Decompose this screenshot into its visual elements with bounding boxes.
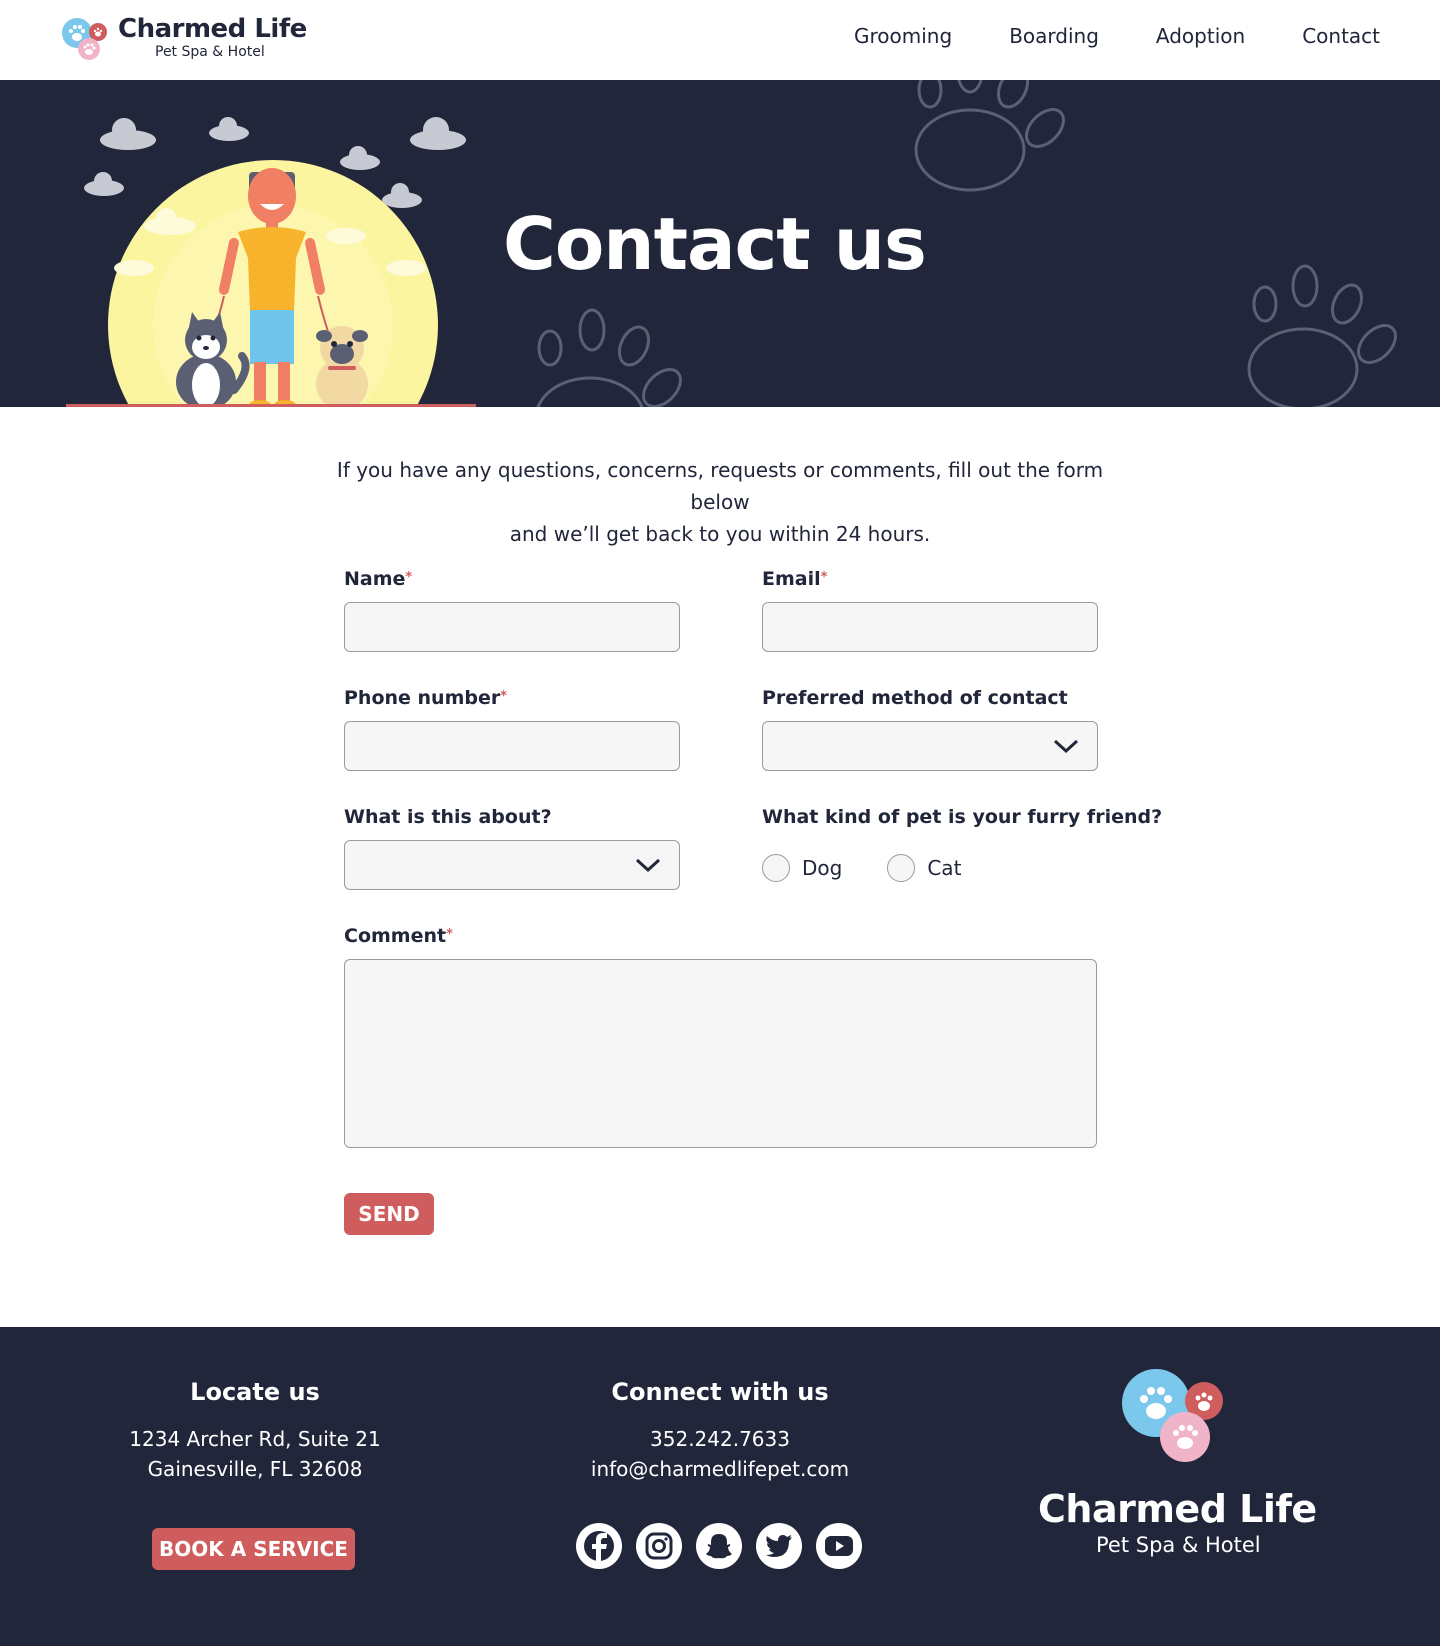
youtube-icon[interactable]: [816, 1523, 862, 1569]
boy-with-pets-illustration: [66, 117, 476, 407]
phone-label-text: Phone number: [344, 687, 501, 709]
footer-logo-wordmark: Charmed Life: [1038, 1487, 1317, 1531]
preferred-contact-label: Preferred method of contact: [762, 687, 1068, 709]
footer-connect: Connect with us 352.242.7633 info@charme…: [570, 1378, 870, 1484]
pet-type-radio-group: Dog Cat: [762, 854, 961, 882]
comment-textarea[interactable]: [344, 959, 1097, 1148]
required-marker: *: [446, 927, 453, 942]
instagram-icon[interactable]: [636, 1523, 682, 1569]
footer-connect-heading: Connect with us: [611, 1378, 829, 1406]
chevron-down-icon: [1053, 739, 1079, 754]
send-button[interactable]: SEND: [344, 1193, 434, 1235]
comment-label: Comment*: [344, 925, 453, 947]
twitter-icon[interactable]: [756, 1523, 802, 1569]
snapchat-icon[interactable]: [696, 1523, 742, 1569]
social-links: [576, 1523, 862, 1569]
pet-option-cat[interactable]: Cat: [887, 854, 961, 882]
pet-option-dog[interactable]: Dog: [762, 854, 842, 882]
phone-field[interactable]: [344, 721, 680, 771]
footer-locate-heading: Locate us: [190, 1378, 320, 1406]
hero-banner: Contact us: [0, 80, 1440, 407]
footer-locate: Locate us 1234 Archer Rd, Suite 21 Gaine…: [105, 1378, 405, 1484]
nav-adoption[interactable]: Adoption: [1156, 24, 1245, 48]
book-service-button[interactable]: BOOK A SERVICE: [152, 1528, 355, 1570]
facebook-icon[interactable]: [576, 1523, 622, 1569]
subject-label: What is this about?: [344, 806, 552, 828]
paw-print-icon: [914, 80, 1065, 192]
nav-contact[interactable]: Contact: [1302, 24, 1380, 48]
radio-label: Cat: [927, 856, 962, 880]
email-field[interactable]: [762, 602, 1098, 652]
site-footer: Locate us 1234 Archer Rd, Suite 21 Gaine…: [0, 1327, 1440, 1646]
header-logo[interactable]: Charmed Life Pet Spa & Hotel: [60, 14, 310, 64]
email-label-text: Email: [762, 568, 821, 590]
name-label-text: Name: [344, 568, 406, 590]
address-line-1: 1234 Archer Rd, Suite 21: [129, 1427, 381, 1451]
preferred-contact-select[interactable]: [762, 721, 1098, 771]
paw-print-icon: [536, 308, 682, 407]
required-marker: *: [820, 570, 828, 585]
radio-button[interactable]: [762, 854, 790, 882]
name-field[interactable]: [344, 602, 680, 652]
logo-tagline: Pet Spa & Hotel: [155, 44, 265, 60]
intro-text: If you have any questions, concerns, req…: [320, 454, 1120, 550]
paw-logo-icon: [62, 18, 107, 60]
required-marker: *: [405, 570, 413, 585]
radio-label: Dog: [802, 856, 843, 880]
intro-line-1: If you have any questions, concerns, req…: [336, 458, 1104, 514]
logo-wordmark: Charmed Life: [118, 14, 307, 44]
chevron-down-icon: [635, 858, 661, 873]
site-header: Charmed Life Pet Spa & Hotel Grooming Bo…: [0, 0, 1440, 80]
footer-logo-tagline: Pet Spa & Hotel: [1096, 1533, 1261, 1557]
footer-phone[interactable]: 352.242.7633: [570, 1424, 870, 1454]
main-nav: Grooming Boarding Adoption Contact: [854, 24, 1380, 48]
radio-button[interactable]: [887, 854, 916, 882]
nav-grooming[interactable]: Grooming: [854, 24, 952, 48]
comment-label-text: Comment: [344, 925, 447, 947]
footer-email[interactable]: info@charmedlifepet.com: [570, 1454, 870, 1484]
intro-line-2: and we’ll get back to you within 24 hour…: [509, 522, 931, 546]
subject-select[interactable]: [344, 840, 680, 890]
page-title: Contact us: [503, 202, 927, 286]
address-line-2: Gainesville, FL 32608: [147, 1457, 363, 1481]
nav-boarding[interactable]: Boarding: [1009, 24, 1099, 48]
phone-label: Phone number*: [344, 687, 507, 709]
name-label: Name*: [344, 568, 412, 590]
required-marker: *: [500, 689, 508, 704]
footer-logo[interactable]: Charmed Life Pet Spa & Hotel: [1030, 1369, 1360, 1557]
email-label: Email*: [762, 568, 827, 590]
paw-print-icon: [1247, 264, 1397, 407]
paw-logo-icon: [1122, 1369, 1223, 1462]
pet-type-label: What kind of pet is your furry friend?: [762, 806, 1163, 828]
